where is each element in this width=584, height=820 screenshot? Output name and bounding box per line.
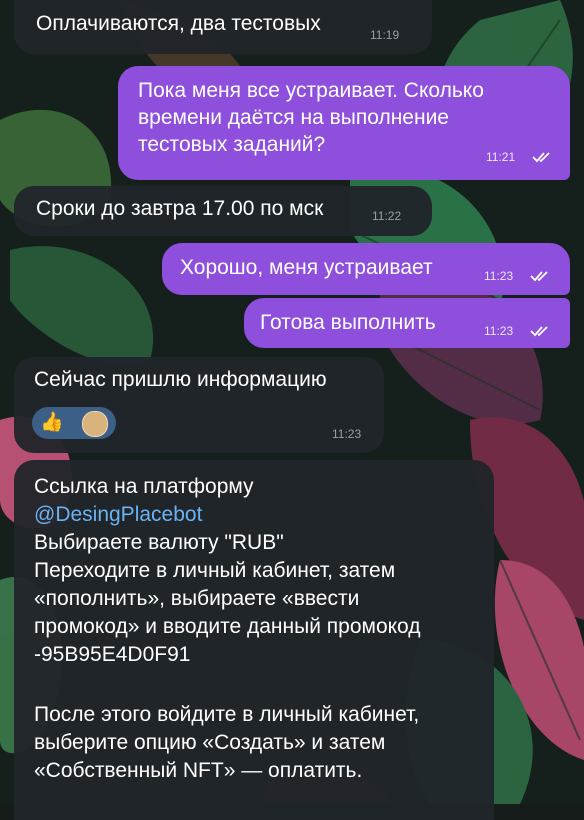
message-text-line: «Собственный NFT» — оплатить.	[34, 759, 363, 782]
reaction-chip[interactable]: 👍	[32, 407, 116, 439]
message-time: 11:23	[484, 324, 514, 338]
message-text: Оплачиваются, два тестовых	[36, 12, 321, 35]
promo-code: -95B95E4D0F91	[34, 643, 191, 666]
message-outgoing[interactable]: Хорошо, меня устраивает 11:23	[162, 243, 570, 295]
message-text-line: «пополнить», выбираете «ввести	[34, 587, 360, 610]
avatar	[82, 411, 108, 437]
message-text: Готова выполнить	[260, 311, 436, 334]
message-text: Хорошо, меня устраивает	[180, 256, 433, 279]
message-outgoing[interactable]: Готова выполнить 11:23	[244, 298, 570, 348]
message-text-line: Переходите в личный кабинет, затем	[34, 559, 396, 582]
read-checkmarks-icon	[532, 152, 550, 163]
message-incoming[interactable]: Сейчас пришлю информацию 👍 11:23	[14, 357, 384, 453]
message-text: Сроки до завтра 17.00 по мск	[36, 197, 324, 220]
message-outgoing[interactable]: Пока меня все устраивает. Сколько времен…	[118, 66, 570, 180]
message-text-line: времени даётся на выполнение	[138, 106, 449, 129]
message-text-line: выберите опцию «Создать» и затем	[34, 731, 386, 754]
bot-username-link[interactable]: @DesingPlacebot	[34, 502, 202, 528]
message-time: 11:22	[372, 209, 402, 223]
chat-area[interactable]: Оплачиваются, два тестовых 11:19 Пока ме…	[0, 0, 584, 820]
message-text-line: промокод» и вводите данный промокод	[34, 615, 421, 638]
message-time: 11:23	[484, 269, 514, 283]
message-text: Сейчас пришлю информацию	[34, 368, 327, 391]
message-text-line: Выбираете валюту "RUB"	[34, 531, 284, 554]
message-incoming[interactable]: Сроки до завтра 17.00 по мск 11:22	[14, 186, 432, 236]
message-incoming[interactable]: Ссылка на платформу @DesingPlacebot Выби…	[14, 460, 494, 820]
message-text-line: тестовых заданий?	[138, 133, 326, 156]
message-text-line: После этого войдите в личный кабинет,	[34, 703, 420, 726]
read-checkmarks-icon	[530, 271, 548, 282]
message-time: 11:23	[332, 427, 362, 441]
message-text-line: Пока меня все устраивает. Сколько	[138, 79, 484, 102]
message-incoming[interactable]: Оплачиваются, два тестовых 11:19	[14, 0, 432, 54]
read-checkmarks-icon	[530, 326, 548, 337]
message-time: 11:21	[486, 150, 516, 164]
message-time: 11:19	[370, 28, 400, 42]
thumbs-up-icon: 👍	[40, 412, 64, 433]
message-text-line: Ссылка на платформу	[34, 475, 254, 498]
